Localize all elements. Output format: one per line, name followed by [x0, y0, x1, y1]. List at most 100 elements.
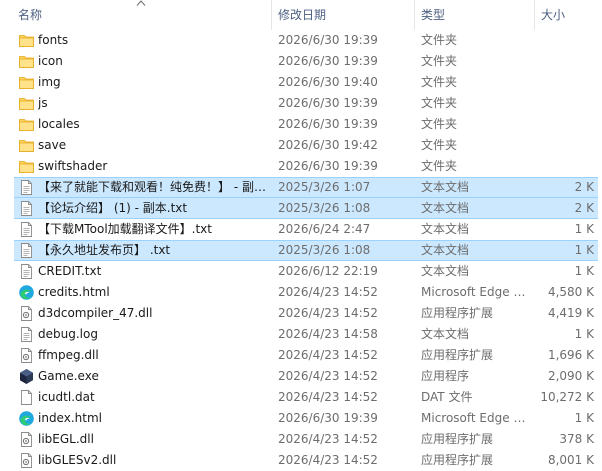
sort-ascending-icon	[136, 0, 146, 6]
file-row[interactable]: locales 2026/6/30 19:39 文件夹	[0, 114, 602, 135]
file-name: 【论坛介绍】 (1) - 副本.txt	[38, 201, 188, 215]
file-name: libGLESv2.dll	[38, 453, 117, 467]
file-size: 2 K	[574, 180, 594, 194]
file-row[interactable]: 【下载MTool加载翻译文件】.txt 2026/6/24 2:47 文本文档 1 K	[0, 219, 602, 240]
file-row[interactable]: credits.html 2026/4/23 14:52 Microsoft Edg…	[0, 282, 602, 303]
file-name: libEGL.dll	[38, 432, 94, 446]
dll-file-icon	[18, 347, 35, 364]
file-size: 1 K	[574, 222, 594, 236]
text-file-icon	[18, 326, 35, 343]
file-row[interactable]: js 2026/6/30 19:39 文件夹	[0, 93, 602, 114]
file-name: d3dcompiler_47.dll	[38, 306, 153, 320]
file-row[interactable]: 【来了就能下载和观看！纯免费！】 - 副… 2025/3/26 1:07 文本文档 2…	[0, 177, 602, 198]
file-row[interactable]: libEGL.dll 2026/4/23 14:52 应用程序扩展 378 K	[0, 429, 602, 450]
column-divider[interactable]	[534, 0, 535, 30]
folder-icon	[18, 53, 35, 70]
file-modified-date: 2026/6/30 19:39	[278, 159, 378, 173]
file-name: ffmpeg.dll	[38, 348, 99, 362]
file-modified-date: 2026/4/23 14:52	[278, 348, 378, 362]
file-row[interactable]: fonts 2026/6/30 19:39 文件夹	[0, 30, 602, 51]
file-modified-date: 2026/6/30 19:39	[278, 54, 378, 68]
file-modified-date: 2026/6/24 2:47	[278, 222, 371, 236]
file-modified-date: 2026/4/23 14:52	[278, 390, 378, 404]
file-modified-date: 2025/3/26 1:07	[278, 180, 371, 194]
file-row[interactable]: swiftshader 2026/6/30 19:39 文件夹	[0, 156, 602, 177]
file-type: 文本文档	[421, 243, 470, 257]
file-name: icudtl.dat	[38, 390, 95, 404]
file-size	[540, 93, 594, 114]
file-modified-date: 2025/3/26 1:08	[278, 201, 371, 215]
file-row[interactable]: debug.log 2026/4/23 14:58 文本文档 1 K	[0, 324, 602, 345]
file-name: debug.log	[38, 327, 98, 341]
folder-icon	[18, 95, 35, 112]
file-row[interactable]: Game.exe 2026/4/23 14:52 应用程序 2,090 K	[0, 366, 602, 387]
file-row[interactable]: 【永久地址发布页】 .txt 2025/3/26 1:08 文本文档 1 K	[0, 240, 602, 261]
column-header-type[interactable]: 类型	[421, 0, 445, 30]
file-name: 【来了就能下载和观看！纯免费！】 - 副…	[38, 180, 266, 194]
file-row[interactable]: d3dcompiler_47.dll 2026/4/23 14:52 应用程序扩展 4…	[0, 303, 602, 324]
file-size: 4,580 K	[547, 285, 594, 299]
file-type: 文件夹	[421, 54, 458, 68]
file-modified-date: 2026/4/23 14:52	[278, 285, 378, 299]
file-type: 文本文档	[421, 201, 470, 215]
file-size	[540, 156, 594, 177]
file-size: 1 K	[574, 264, 594, 278]
file-size: 378 K	[559, 432, 594, 446]
dll-file-icon	[18, 452, 35, 469]
file-name: icon	[38, 54, 63, 68]
file-row[interactable]: save 2026/6/30 19:42 文件夹	[0, 135, 602, 156]
folder-icon	[18, 137, 35, 154]
file-row[interactable]: CREDIT.txt 2026/6/12 22:19 文本文档 1 K	[0, 261, 602, 282]
file-name: locales	[38, 117, 80, 131]
column-header-name[interactable]: 名称	[18, 0, 42, 30]
file-type: 应用程序扩展	[421, 453, 494, 467]
file-row[interactable]: img 2026/6/30 19:40 文件夹	[0, 72, 602, 93]
file-type: 文件夹	[421, 96, 458, 110]
file-type: 文本文档	[421, 327, 470, 341]
file-row[interactable]: libGLESv2.dll 2026/4/23 14:52 应用程序扩展 8,001 …	[0, 450, 602, 471]
column-header-size[interactable]: 大小	[541, 0, 565, 30]
file-type: 应用程序	[421, 369, 470, 383]
file-row[interactable]: index.html 2026/6/30 19:39 Microsoft Edge …	[0, 408, 602, 429]
file-modified-date: 2026/4/23 14:58	[278, 327, 378, 341]
column-header-bar: 名称 修改日期 类型 大小	[0, 0, 602, 30]
file-row[interactable]: icon 2026/6/30 19:39 文件夹	[0, 51, 602, 72]
file-modified-date: 2026/6/30 19:39	[278, 411, 378, 425]
file-name: 【下载MTool加载翻译文件】.txt	[38, 222, 212, 236]
file-type: 文件夹	[421, 117, 458, 131]
file-modified-date: 2026/6/30 19:39	[278, 96, 378, 110]
folder-icon	[18, 158, 35, 175]
folder-icon	[18, 32, 35, 49]
file-type: DAT 文件	[421, 390, 473, 404]
file-modified-date: 2025/3/26 1:08	[278, 243, 371, 257]
text-file-icon	[18, 242, 35, 259]
file-type: 文件夹	[421, 75, 458, 89]
column-divider[interactable]	[271, 0, 272, 30]
file-modified-date: 2026/4/23 14:52	[278, 432, 378, 446]
edge-icon	[18, 410, 35, 427]
file-row[interactable]: ffmpeg.dll 2026/4/23 14:52 应用程序扩展 1,696 K	[0, 345, 602, 366]
file-modified-date: 2026/4/23 14:52	[278, 453, 378, 467]
blank-file-icon	[18, 389, 35, 406]
file-name: fonts	[38, 33, 69, 47]
file-type: 应用程序扩展	[421, 348, 494, 362]
file-row[interactable]: icudtl.dat 2026/4/23 14:52 DAT 文件 10,272 K	[0, 387, 602, 408]
file-type: 文件夹	[421, 159, 458, 173]
file-name: credits.html	[38, 285, 110, 299]
dll-file-icon	[18, 431, 35, 448]
file-list: fonts 2026/6/30 19:39 文件夹 icon 2026/6/30 19:…	[0, 30, 602, 471]
text-file-icon	[18, 221, 35, 238]
file-row[interactable]: 【论坛介绍】 (1) - 副本.txt 2025/3/26 1:08 文本文档 2 K	[0, 198, 602, 219]
file-name: js	[38, 96, 48, 110]
file-type: 文本文档	[421, 180, 470, 194]
file-modified-date: 2026/6/30 19:39	[278, 117, 378, 131]
column-divider[interactable]	[414, 0, 415, 30]
column-header-date[interactable]: 修改日期	[278, 0, 326, 30]
folder-icon	[18, 116, 35, 133]
file-name: swiftshader	[38, 159, 108, 173]
file-size	[540, 30, 594, 51]
file-size: 8,001 K	[547, 453, 594, 467]
file-size: 2,090 K	[547, 369, 594, 383]
file-modified-date: 2026/6/30 19:42	[278, 138, 378, 152]
file-size: 1 K	[574, 411, 594, 425]
